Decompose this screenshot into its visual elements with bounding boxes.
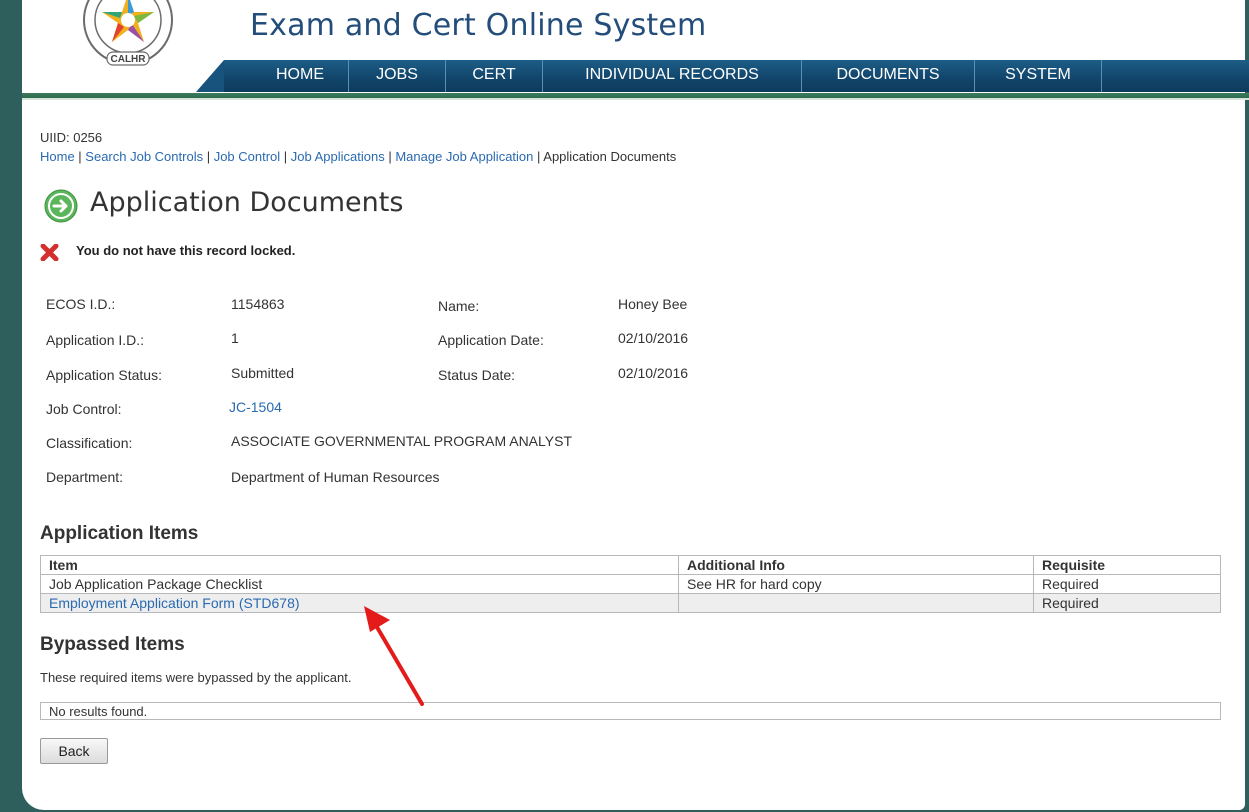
classification-label: Classification: <box>46 435 133 451</box>
status-date-label: Status Date: <box>438 367 516 383</box>
back-button[interactable]: Back <box>40 738 108 764</box>
nav-system[interactable]: SYSTEM <box>975 60 1102 92</box>
svg-text:CALHR: CALHR <box>111 54 147 65</box>
table-header-row: Item Additional Info Requisite <box>40 555 1221 575</box>
page-container: CALHR Exam and Cert Online System HOME J… <box>22 0 1249 810</box>
lock-message: You do not have this record locked. <box>76 243 296 258</box>
table-row: Job Application Package Checklist See HR… <box>40 574 1221 594</box>
info-cell: See HR for hard copy <box>678 574 1034 594</box>
department-label: Department: <box>46 469 124 485</box>
breadcrumb-job-control[interactable]: Job Control <box>214 149 280 164</box>
application-date-label: Application Date: <box>438 332 544 348</box>
arrow-right-circle-icon <box>44 189 78 223</box>
ecos-id-label: ECOS I.D.: <box>46 296 116 312</box>
application-id-value: 1 <box>231 330 239 346</box>
department-value: Department of Human Resources <box>231 469 440 485</box>
ecos-id-value: 1154863 <box>231 296 285 312</box>
breadcrumb-job-applications[interactable]: Job Applications <box>291 149 385 164</box>
application-status-label: Application Status: <box>46 367 162 383</box>
breadcrumb-manage-job-application[interactable]: Manage Job Application <box>395 149 533 164</box>
name-value: Honey Bee <box>618 296 688 312</box>
application-status-value: Submitted <box>231 365 295 381</box>
nav-jobs[interactable]: JOBS <box>349 60 446 92</box>
column-header-additional-info: Additional Info <box>678 555 1034 575</box>
status-date-value: 02/10/2016 <box>618 365 689 381</box>
site-header: CALHR Exam and Cert Online System HOME J… <box>22 0 1249 100</box>
application-items-table: Item Additional Info Requisite Job Appli… <box>40 555 1221 613</box>
column-header-requisite: Requisite <box>1033 555 1221 575</box>
classification-value: ASSOCIATE GOVERNMENTAL PROGRAM ANALYST <box>231 433 572 449</box>
application-id-label: Application I.D.: <box>46 332 145 348</box>
requisite-cell: Required <box>1033 593 1221 613</box>
bypassed-items-empty: No results found. <box>40 702 1221 720</box>
breadcrumb-separator: | <box>280 149 291 164</box>
breadcrumb-separator: | <box>533 149 544 164</box>
site-title: Exam and Cert Online System <box>250 8 707 43</box>
breadcrumb-separator: | <box>203 149 214 164</box>
name-label: Name: <box>438 298 480 314</box>
bypassed-items-note: These required items were bypassed by th… <box>40 670 352 685</box>
nav-home[interactable]: HOME <box>252 60 349 92</box>
breadcrumb-home[interactable]: Home <box>40 149 75 164</box>
requisite-cell: Required <box>1033 574 1221 594</box>
nav-divider-light <box>22 98 1249 100</box>
item-cell: Job Application Package Checklist <box>40 574 679 594</box>
breadcrumb-separator: | <box>384 149 396 164</box>
nav-cert[interactable]: CERT <box>446 60 543 92</box>
job-control-link[interactable]: JC-1504 <box>229 399 282 415</box>
annotation-arrow-icon <box>364 606 424 706</box>
employment-application-form-link[interactable]: Employment Application Form (STD678) <box>49 595 300 611</box>
application-items-heading: Application Items <box>40 523 199 544</box>
page-title: Application Documents <box>90 187 404 218</box>
breadcrumb-current: Application Documents <box>543 149 677 164</box>
table-row: Employment Application Form (STD678) Req… <box>40 593 1221 613</box>
job-control-label: Job Control: <box>46 401 122 417</box>
breadcrumb-search-job-controls[interactable]: Search Job Controls <box>85 149 203 164</box>
error-x-icon <box>40 244 59 261</box>
column-header-item: Item <box>40 555 679 575</box>
calhr-logo[interactable]: CALHR <box>74 0 182 70</box>
info-cell <box>678 593 1034 613</box>
uiid-label: UIID: 0256 <box>40 130 103 145</box>
nav-documents[interactable]: DOCUMENTS <box>802 60 975 92</box>
main-nav: HOME JOBS CERT INDIVIDUAL RECORDS DOCUME… <box>196 60 1249 92</box>
breadcrumb-separator: | <box>74 149 86 164</box>
bypassed-items-heading: Bypassed Items <box>40 634 185 655</box>
nav-individual-records[interactable]: INDIVIDUAL RECORDS <box>543 60 802 92</box>
breadcrumb: Home | Search Job Controls | Job Control… <box>40 149 676 164</box>
application-date-value: 02/10/2016 <box>618 330 689 346</box>
